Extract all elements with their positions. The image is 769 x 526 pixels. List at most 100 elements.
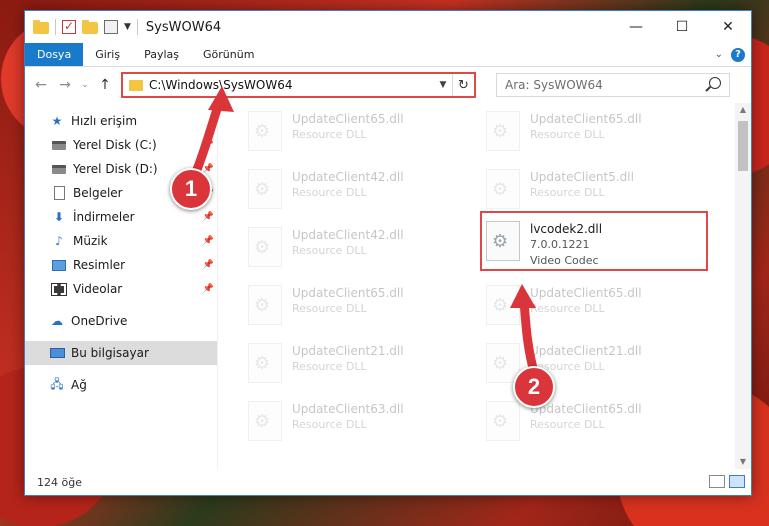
sidebar-item-label: Müzik [73, 234, 108, 248]
sidebar-item-label: İndirmeler [73, 210, 135, 224]
new-folder-icon[interactable] [82, 19, 98, 35]
file-name: UpdateClient21.dll [292, 344, 404, 358]
sidebar-item-network[interactable]: 🖧 Ağ [25, 373, 217, 397]
file-type: Resource DLL [530, 418, 605, 431]
sidebar-item-this-pc[interactable]: Bu bilgisayar [25, 341, 217, 365]
large-icons-view-icon[interactable] [729, 475, 745, 488]
sidebar-item-pictures[interactable]: Resimler 📌 [25, 253, 217, 277]
address-row: ← → ⌄ ↑ C:\Windows\SysWOW64 ▼ ↻ Ara: Sys… [25, 67, 751, 103]
file-name: UpdateClient65.dll [530, 112, 642, 126]
list-item[interactable]: UpdateClient63.dll Resource DLL [248, 401, 404, 441]
sidebar-item-music[interactable]: ♪ Müzik 📌 [25, 229, 217, 253]
dll-file-icon [486, 111, 520, 151]
list-item[interactable]: UpdateClient42.dll Resource DLL [248, 227, 404, 267]
search-placeholder: Ara: SysWOW64 [505, 78, 603, 92]
close-button[interactable]: ✕ [705, 11, 751, 43]
refresh-icon[interactable]: ↻ [452, 74, 474, 96]
recent-locations-icon[interactable]: ⌄ [79, 80, 91, 90]
ribbon-tabs: Dosya Giriş Paylaş Görünüm ⌄ ? [25, 43, 751, 67]
details-view-icon[interactable] [709, 475, 725, 488]
scroll-up-icon[interactable]: ▲ [735, 103, 751, 117]
list-item[interactable]: UpdateClient65.dll Resource DLL [486, 111, 642, 151]
item-count: 124 öğe [37, 475, 82, 489]
tab-home[interactable]: Giriş [83, 43, 132, 66]
pin-icon: 📌 [202, 212, 214, 222]
file-type: Resource DLL [292, 418, 367, 431]
list-item[interactable]: UpdateClient21.dllResource DLL [486, 343, 642, 383]
list-item[interactable]: UpdateClient65.dllResource DLL [486, 285, 642, 325]
sidebar-item-onedrive[interactable]: ☁ OneDrive [25, 309, 217, 333]
main-body: ★ Hızlı erişim Yerel Disk (C:) 📌 Yerel D… [25, 103, 751, 469]
maximize-button[interactable]: ☐ [659, 11, 705, 43]
sidebar-item-label: Bu bilgisayar [71, 346, 149, 360]
file-name: UpdateClient65.dll [292, 286, 404, 300]
file-type: Resource DLL [530, 128, 605, 141]
sidebar-item-quick-access[interactable]: ★ Hızlı erişim [25, 109, 217, 133]
file-name: UpdateClient5.dll [530, 170, 634, 184]
sidebar-item-videos[interactable]: Videolar 📌 [25, 277, 217, 301]
list-item[interactable]: UpdateClient42.dll Resource DLL [248, 169, 404, 209]
pin-icon: 📌 [202, 140, 214, 150]
videos-icon [51, 282, 67, 296]
drive-icon [51, 162, 67, 176]
highlight-box [480, 211, 708, 271]
network-icon: 🖧 [50, 376, 64, 391]
vertical-scrollbar[interactable]: ▲ ▼ [735, 103, 751, 469]
address-bar[interactable]: C:\Windows\SysWOW64 ▼ ↻ [121, 72, 476, 98]
chevron-down-icon[interactable]: ▼ [124, 22, 131, 32]
address-path[interactable]: C:\Windows\SysWOW64 [149, 78, 434, 92]
document-icon [51, 186, 67, 200]
divider [136, 19, 138, 35]
sidebar-item-label: Yerel Disk (D:) [73, 162, 158, 176]
pin-icon: 📌 [202, 260, 214, 270]
dll-file-icon [486, 285, 520, 325]
file-name: UpdateClient42.dll [292, 170, 404, 184]
sidebar-item-label: OneDrive [71, 314, 128, 328]
tab-share[interactable]: Paylaş [132, 43, 191, 66]
window-controls: — ☐ ✕ [613, 11, 751, 43]
file-list: UpdateClient65.dll Resource DLL UpdateCli… [217, 103, 751, 469]
scroll-thumb[interactable] [738, 121, 748, 171]
sidebar-item-label: Hızlı erişim [71, 114, 138, 128]
up-button[interactable]: ↑ [95, 77, 115, 93]
file-explorer-window: ▼ SysWOW64 — ☐ ✕ Dosya Giriş Paylaş Görü… [24, 10, 752, 496]
status-bar: 124 öğe [25, 469, 751, 495]
dll-file-icon [248, 401, 282, 441]
list-item[interactable]: UpdateClient5.dll Resource DLL [486, 169, 634, 209]
file-name: UpdateClient21.dll [530, 344, 642, 358]
sidebar-item-label: Videolar [73, 282, 123, 296]
back-button[interactable]: ← [31, 77, 51, 93]
file-type: Resource DLL [292, 244, 367, 257]
expand-ribbon-icon[interactable]: ⌄ [715, 49, 723, 60]
star-icon: ★ [51, 114, 63, 128]
navigation-pane: ★ Hızlı erişim Yerel Disk (C:) 📌 Yerel D… [25, 103, 217, 469]
sidebar-item-label: Resimler [73, 258, 126, 272]
step-badge-2: 2 [513, 366, 555, 408]
chevron-down-icon[interactable]: ▼ [434, 80, 452, 90]
forward-button[interactable]: → [55, 77, 75, 93]
step-badge-1: 1 [170, 168, 212, 210]
quick-access-toolbar: ▼ [25, 19, 138, 35]
file-name: UpdateClient65.dll [530, 286, 642, 300]
sidebar-item-disk-c[interactable]: Yerel Disk (C:) 📌 [25, 133, 217, 157]
tab-view[interactable]: Görünüm [191, 43, 266, 66]
list-item[interactable]: UpdateClient65.dllResource DLL [248, 111, 404, 151]
list-item[interactable]: UpdateClient21.dll Resource DLL [248, 343, 404, 383]
help-icon[interactable]: ? [731, 47, 745, 62]
properties-icon[interactable] [104, 20, 118, 34]
tab-file[interactable]: Dosya [25, 43, 84, 66]
minimize-button[interactable]: — [613, 11, 659, 43]
pin-icon: 📌 [202, 284, 214, 294]
properties-check-icon[interactable] [62, 19, 76, 34]
folder-icon [129, 79, 143, 91]
file-name: UpdateClient42.dll [292, 228, 404, 242]
search-icon[interactable] [709, 77, 721, 89]
dll-file-icon [248, 227, 282, 267]
file-type: Resource DLL [292, 360, 367, 373]
computer-icon [49, 346, 65, 360]
list-item[interactable]: UpdateClient65.dllResource DLL [486, 401, 642, 441]
search-input[interactable]: Ara: SysWOW64 [496, 73, 730, 97]
scroll-down-icon[interactable]: ▼ [735, 455, 751, 469]
dll-file-icon [248, 343, 282, 383]
list-item[interactable]: UpdateClient65.dllResource DLL [248, 285, 404, 325]
